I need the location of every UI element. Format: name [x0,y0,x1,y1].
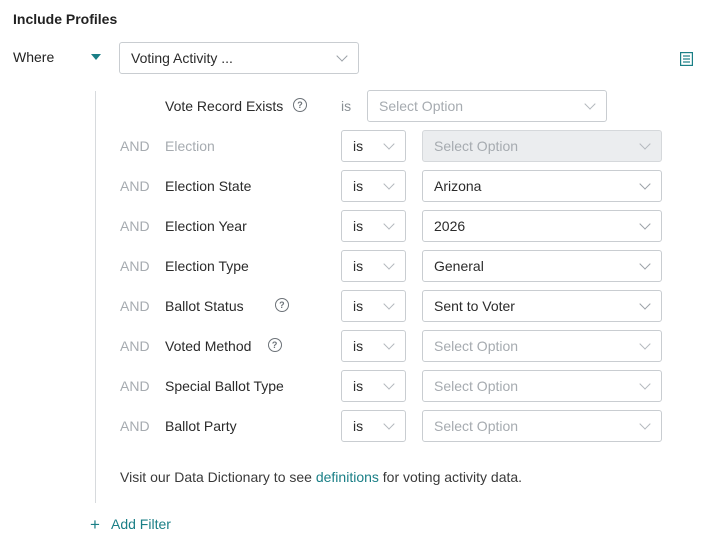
operator-value: is [353,298,364,314]
and-conjunction: AND [120,338,150,354]
and-conjunction: AND [120,138,150,154]
value-select: Select Option [422,130,662,162]
add-filter-button[interactable]: + Add Filter [90,515,171,535]
chevron-down-icon [639,338,651,350]
data-dictionary-note: Visit our Data Dictionary to see definit… [120,469,522,485]
help-icon[interactable]: ? [267,338,282,352]
operator-value: is [353,378,364,394]
value-selected: 2026 [434,218,466,234]
operator-select[interactable]: is [341,250,406,282]
chevron-down-icon [383,178,395,190]
chevron-down-icon [639,138,651,150]
value-placeholder: Select Option [434,338,519,354]
help-icon[interactable]: ? [274,298,289,312]
where-label: Where [13,49,55,65]
and-conjunction: AND [120,378,150,394]
help-icon[interactable]: ? [293,98,307,112]
value-placeholder: Select Option [434,418,519,434]
vote-record-value-select[interactable]: Select Option [367,90,607,122]
value-select[interactable]: Select Option [422,410,662,442]
value-select[interactable]: 2026 [422,210,662,242]
where-dropdown[interactable]: Voting Activity ... [119,42,359,74]
add-filter-label: Add Filter [111,516,171,532]
chevron-down-icon [639,378,651,390]
operator-value: is [353,138,364,154]
vote-record-value-placeholder: Select Option [379,98,464,114]
chevron-down-icon [383,418,395,430]
value-select[interactable]: General [422,250,662,282]
vote-record-operator: is [341,98,352,114]
operator-select[interactable]: is [341,130,406,162]
value-select[interactable]: Sent to Voter [422,290,662,322]
chevron-down-icon [383,138,395,150]
operator-value: is [353,338,364,354]
filter-field-label: Election [165,138,215,154]
vote-record-label: Vote Record Exists [165,98,284,114]
filter-field-label: Election Year [165,218,247,234]
filter-group-line [95,91,96,503]
chevron-down-icon [383,378,395,390]
and-conjunction: AND [120,298,150,314]
operator-select[interactable]: is [341,170,406,202]
and-conjunction: AND [120,178,150,194]
include-profiles-title: Include Profiles [13,11,118,27]
value-select[interactable]: Arizona [422,170,662,202]
value-placeholder: Select Option [434,138,519,154]
chevron-down-icon [383,258,395,270]
chevron-down-icon [639,258,651,270]
filter-field-label: Election Type [165,258,249,274]
chevron-down-icon [336,50,348,62]
operator-value: is [353,178,364,194]
value-select[interactable]: Select Option [422,370,662,402]
chevron-down-icon [383,338,395,350]
filter-field-label: Special Ballot Type [165,378,284,394]
operator-select[interactable]: is [341,410,406,442]
operator-value: is [353,258,364,274]
list-view-icon[interactable] [680,52,693,66]
and-conjunction: AND [120,418,150,434]
caret-down-icon[interactable] [91,54,101,60]
operator-select[interactable]: is [341,290,406,322]
operator-select[interactable]: is [341,210,406,242]
value-selected: General [434,258,484,274]
value-selected: Sent to Voter [434,298,515,314]
chevron-down-icon [639,218,651,230]
value-placeholder: Select Option [434,378,519,394]
filter-field-label: Voted Method [165,338,252,354]
definitions-link[interactable]: definitions [316,469,379,485]
operator-select[interactable]: is [341,370,406,402]
chevron-down-icon [639,298,651,310]
operator-value: is [353,418,364,434]
and-conjunction: AND [120,258,150,274]
chevron-down-icon [639,178,651,190]
chevron-down-icon [383,298,395,310]
operator-value: is [353,218,364,234]
note-suffix: for voting activity data. [378,469,523,485]
filter-field-label: Ballot Status [165,298,244,314]
plus-icon: + [90,515,100,534]
filter-field-label: Election State [165,178,252,194]
value-selected: Arizona [434,178,482,194]
note-prefix: Visit our Data Dictionary to see [120,469,316,485]
chevron-down-icon [584,98,596,110]
operator-select[interactable]: is [341,330,406,362]
chevron-down-icon [383,218,395,230]
and-conjunction: AND [120,218,150,234]
where-dropdown-value: Voting Activity ... [131,50,233,66]
chevron-down-icon [639,418,651,430]
filter-field-label: Ballot Party [165,418,237,434]
value-select[interactable]: Select Option [422,330,662,362]
